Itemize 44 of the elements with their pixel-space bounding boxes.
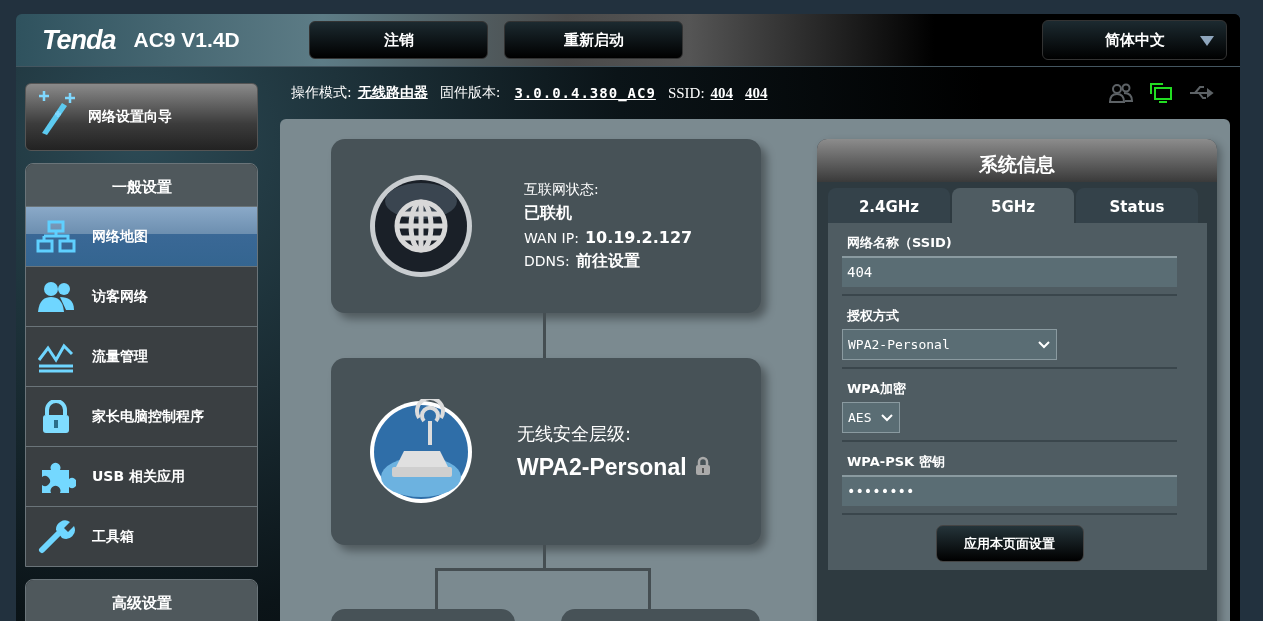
model-name: AC9 V1.4D bbox=[133, 28, 240, 52]
input-field[interactable]: •••••••• bbox=[842, 475, 1177, 506]
internet-status: 已联机 bbox=[524, 202, 573, 224]
band-tab[interactable]: 5GHz bbox=[952, 188, 1074, 223]
select-field[interactable]: WPA2-Personal bbox=[842, 329, 1057, 360]
wan-ip: 10.19.2.127 bbox=[584, 227, 693, 247]
section-title: 高级设置 bbox=[26, 580, 257, 621]
field-label: 网络名称（SSID) bbox=[846, 234, 953, 252]
security-level: WPA2-Personal bbox=[517, 454, 687, 481]
sidebar-item[interactable]: 家长电脑控制程序 bbox=[26, 386, 257, 446]
header-button[interactable]: 重新启动 bbox=[504, 21, 683, 59]
header-button[interactable]: 注销 bbox=[309, 21, 488, 59]
band-tab[interactable]: 2.4GHz bbox=[828, 188, 950, 223]
mode-link[interactable]: 无线路由器 bbox=[357, 84, 428, 102]
sidebar-item[interactable]: USB 相关应用 bbox=[26, 446, 257, 506]
field-label: 授权方式 bbox=[846, 307, 900, 325]
ddns-label: DDNS: bbox=[524, 252, 570, 269]
field-label: WPA加密 bbox=[846, 380, 907, 398]
internet-status-label: 互联网状态: bbox=[524, 180, 600, 199]
language-select[interactable]: 简体中文 bbox=[1042, 20, 1227, 60]
firmware-link[interactable]: 3.0.0.4.380_AC9 bbox=[514, 85, 656, 101]
sidebar-item[interactable]: 网络地图 bbox=[26, 206, 257, 266]
brand-logo: Tenda bbox=[42, 24, 116, 56]
sidebar-item[interactable]: 访客网络 bbox=[26, 266, 257, 326]
apply-button[interactable]: 应用本页面设置 bbox=[935, 525, 1084, 562]
ssid-label: SSID: bbox=[667, 84, 705, 102]
ssid-link[interactable]: 404 bbox=[745, 84, 768, 102]
sidebar-item[interactable]: 工具箱 bbox=[26, 506, 257, 566]
sidebar-item[interactable]: 流量管理 bbox=[26, 326, 257, 386]
internet-card[interactable]: 互联网状态: 已联机 WAN IP: 10.19.2.127 DDNS: 前往设置 bbox=[331, 139, 761, 313]
wireless-card[interactable]: 无线安全层级: WPA2-Personal bbox=[331, 358, 761, 545]
firmware-label: 固件版本: bbox=[439, 84, 501, 102]
section-title: 一般设置 bbox=[26, 164, 257, 206]
input-field[interactable]: 404 bbox=[842, 256, 1177, 287]
select-field[interactable]: AES bbox=[842, 402, 900, 433]
setup-wizard-button[interactable]: 网络设置向导 bbox=[25, 83, 258, 151]
ssid-link[interactable]: 404 bbox=[710, 84, 734, 102]
panel-title: 系统信息 bbox=[817, 139, 1217, 182]
ddns-link[interactable]: 前往设置 bbox=[575, 250, 640, 272]
mode-label: 操作模式: bbox=[291, 84, 352, 102]
field-label: WPA-PSK 密钥 bbox=[846, 453, 946, 471]
wan-ip-label: WAN IP: bbox=[524, 229, 579, 246]
security-level-label: 无线安全层级: bbox=[517, 422, 633, 446]
band-tab[interactable]: Status bbox=[1076, 188, 1198, 223]
